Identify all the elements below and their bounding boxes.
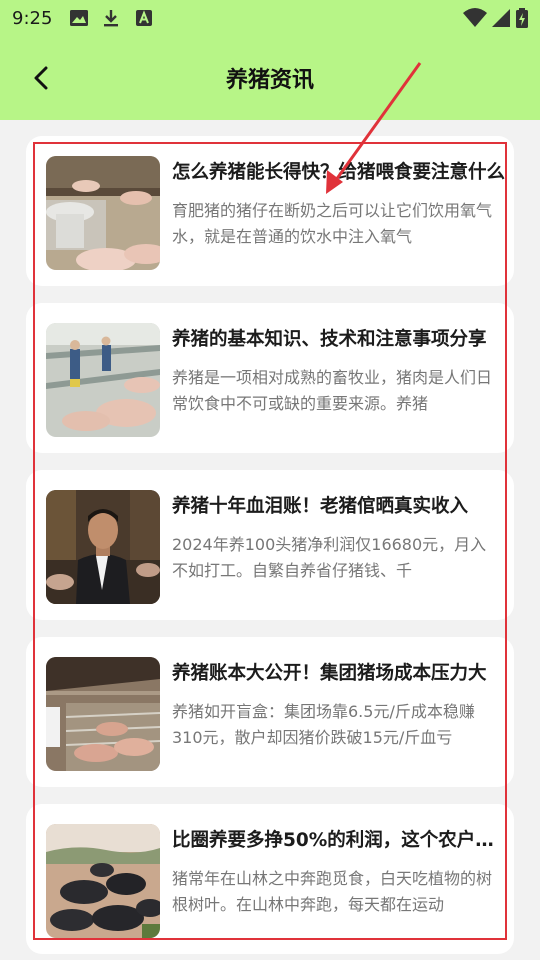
black-pigs-outdoors-image xyxy=(46,824,160,938)
pig-farmer-portrait-image xyxy=(46,490,160,604)
article-summary: 2024年养100头猪净利润仅16680元，月入不如打工。自繁自养省仔猪钱、千 xyxy=(172,535,487,580)
article-summary: 育肥猪的猪仔在断奶之后可以让它们饮用氧气水，就是在普通的饮水中注入氧气 xyxy=(172,201,493,246)
status-bar: 9:25 xyxy=(0,0,540,36)
article-title: 养猪十年血泪账！老猪倌晒真实收入 xyxy=(172,496,469,517)
battery-charging-icon xyxy=(516,8,528,28)
article-summary: 养猪是一项相对成熟的畜牧业，猪肉是人们日常饮食中不可或缺的重要来源。养猪 xyxy=(172,368,493,413)
download-icon xyxy=(104,10,118,27)
article-card[interactable]: 怎么养猪能长得快？给猪喂食要注意什么 育肥猪的猪仔在断奶之后可以让它们饮用氧气水… xyxy=(26,136,514,286)
page-title: 养猪资讯 xyxy=(225,68,314,93)
article-card[interactable]: 养猪账本大公开！集团猪场成本压力大 养猪如开盲盒：集团场靠6.5元/斤成本稳赚3… xyxy=(26,637,514,787)
article-thumbnail xyxy=(46,657,160,771)
image-icon xyxy=(70,10,88,26)
pig-pen-image xyxy=(46,657,160,771)
article-card[interactable]: 比圈养要多挣50%的利润，这个农户放养黑猪 猪常年在山林之中奔跑觅食，白天吃植物… xyxy=(26,804,514,954)
article-thumbnail xyxy=(46,323,160,437)
pig-farm-feeder-image xyxy=(46,156,160,270)
article-title: 养猪的基本知识、技术和注意事项分享 xyxy=(172,329,487,350)
article-summary: 猪常年在山林之中奔跑觅食，白天吃植物的树根树叶。在山林中奔跑，每天都在运动 xyxy=(172,869,493,914)
article-summary: 养猪如开盲盒：集团场靠6.5元/斤成本稳赚310元，散户却因猪价跌破15元/斤血… xyxy=(172,702,475,747)
article-title: 比圈养要多挣50%的利润，这个农户放养黑猪 xyxy=(172,830,508,851)
wifi-icon xyxy=(463,8,487,27)
article-card[interactable]: 养猪的基本知识、技术和注意事项分享 养猪是一项相对成熟的畜牧业，猪肉是人们日常饮… xyxy=(26,303,514,453)
app-header: 养猪资讯 xyxy=(0,40,540,116)
article-thumbnail xyxy=(46,490,160,604)
article-thumbnail xyxy=(46,156,160,270)
signal-icon xyxy=(492,9,510,27)
article-thumbnail xyxy=(46,824,160,938)
article-title: 养猪账本大公开！集团猪场成本压力大 xyxy=(172,663,487,684)
article-card[interactable]: 养猪十年血泪账！老猪倌晒真实收入 2024年养100头猪净利润仅16680元，月… xyxy=(26,470,514,620)
app-a-icon xyxy=(136,10,152,26)
article-title: 怎么养猪能长得快？给猪喂食要注意什么 xyxy=(172,162,506,183)
top-bar: 9:25 养猪资讯 xyxy=(0,0,540,120)
status-time: 9:25 xyxy=(12,8,53,29)
pig-barn-workers-image xyxy=(46,323,160,437)
